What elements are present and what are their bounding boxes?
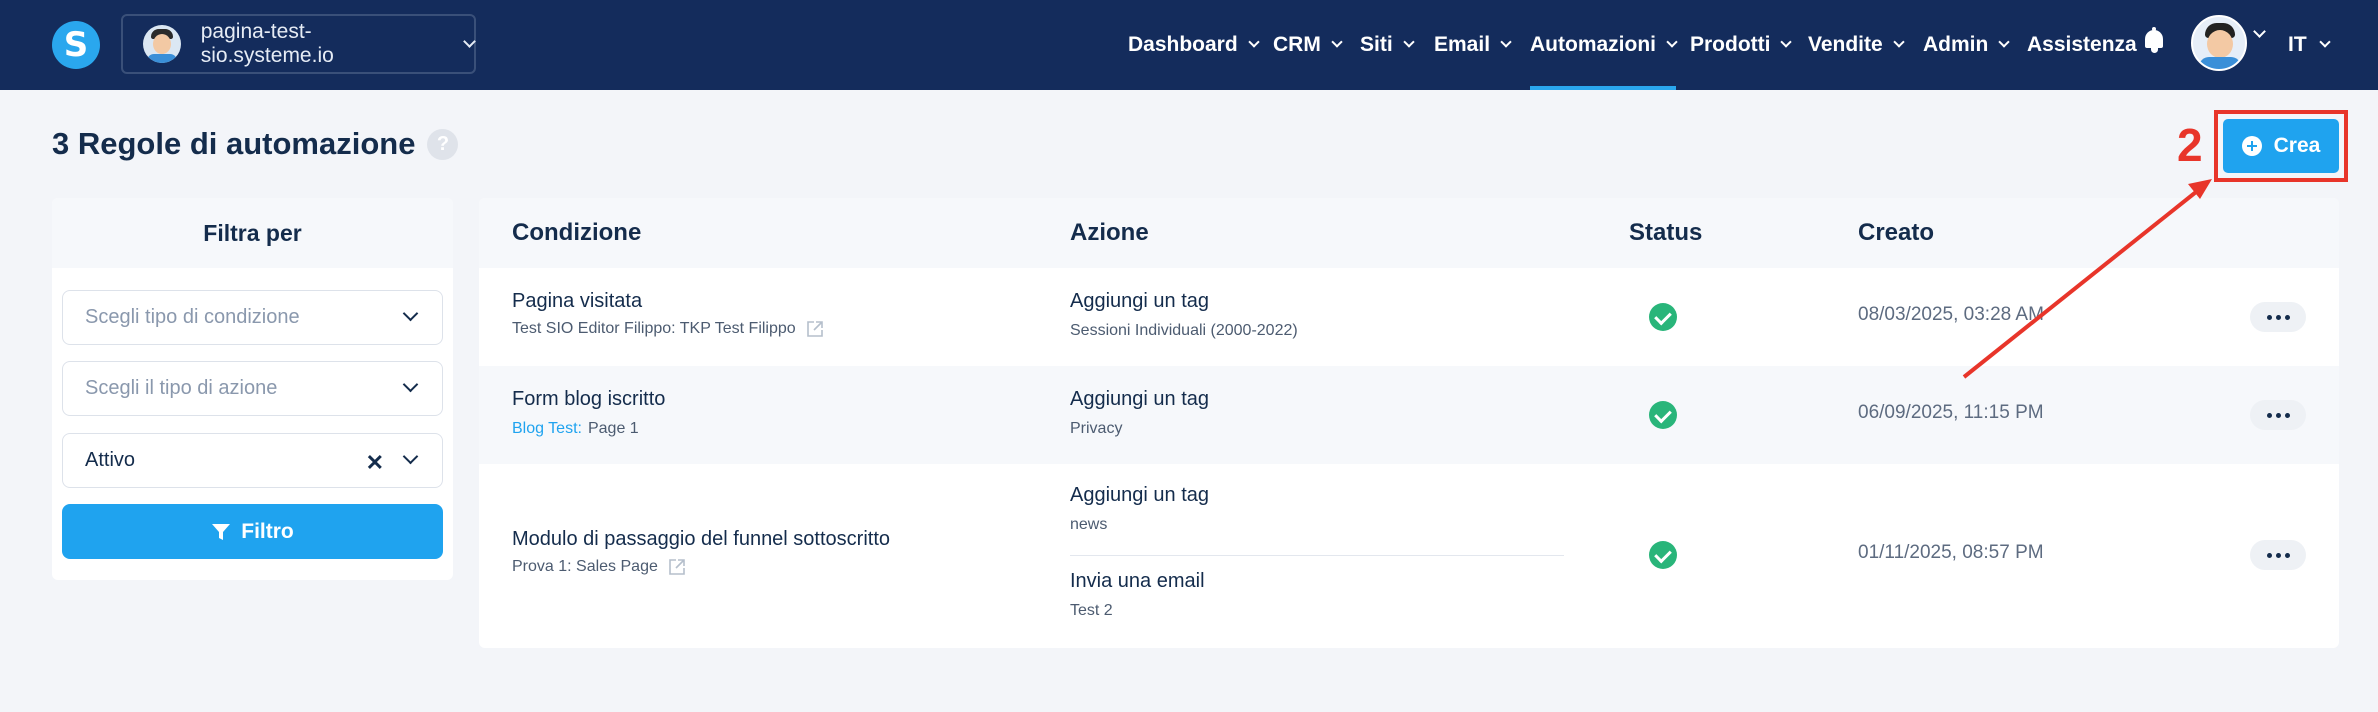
nav-admin-label: Admin <box>1923 33 1989 56</box>
status-select[interactable]: Attivo ✕ <box>62 433 443 488</box>
status-check-icon <box>1649 541 1677 569</box>
language-selector[interactable]: IT <box>2288 0 2331 90</box>
nav-dashboard[interactable]: Dashboard <box>1128 0 1260 90</box>
nav-admin[interactable]: Admin <box>1923 0 2010 90</box>
systeme-logo[interactable]: S <box>52 21 100 69</box>
status-select-value: Attivo <box>85 449 136 471</box>
more-options-button[interactable] <box>2250 400 2306 430</box>
nav-dashboard-label: Dashboard <box>1128 33 1238 56</box>
chevron-down-icon <box>1331 36 1343 48</box>
automation-rules-table: Condizione Azione Status Creato Pagina v… <box>479 198 2339 648</box>
chevron-down-icon <box>402 305 419 322</box>
condition-subtitle-text: Page 1 <box>587 420 639 437</box>
chevron-down-icon <box>1998 36 2010 48</box>
table-header: Condizione Azione Status Creato <box>479 198 2339 268</box>
site-selector[interactable]: pagina-test-sio.systeme.io <box>121 14 476 74</box>
condition-subtitle: Blog Test: Page 1 <box>512 420 639 438</box>
page-title: 3 Regole di automazione ? <box>52 126 459 162</box>
chevron-down-icon <box>402 376 419 393</box>
nav-automazioni[interactable]: Automazioni <box>1530 0 1678 90</box>
table-row[interactable]: Form blog iscritto Blog Test: Page 1 Agg… <box>479 366 2339 464</box>
external-link-icon[interactable] <box>668 558 686 576</box>
action-title: Aggiungi un tag <box>1070 290 1210 312</box>
nav-automazioni-label: Automazioni <box>1530 33 1656 56</box>
chevron-down-icon <box>463 34 476 48</box>
action-type-placeholder: Scegli il tipo di azione <box>85 377 278 399</box>
chevron-down-icon <box>1403 36 1415 48</box>
site-selector-label: pagina-test-sio.systeme.io <box>200 20 334 67</box>
filter-panel: Filtra per Scegli tipo di condizione Sce… <box>52 198 453 580</box>
created-date: 06/09/2025, 11:15 PM <box>1858 402 2044 423</box>
help-icon[interactable]: ? <box>427 128 459 160</box>
nav-siti-label: Siti <box>1360 33 1393 56</box>
table-row[interactable]: Pagina visitata Test SIO Editor Filippo:… <box>479 268 2339 366</box>
condition-title: Form blog iscritto <box>512 388 666 410</box>
nav-crm[interactable]: CRM <box>1273 0 1343 90</box>
condition-type-select[interactable]: Scegli tipo di condizione <box>62 290 443 345</box>
action-title: Aggiungi un tag <box>1070 388 1210 410</box>
condition-subtitle-text: Test SIO Editor Filippo: TKP Test Filipp… <box>512 320 796 337</box>
nav-vendite[interactable]: Vendite <box>1808 0 1905 90</box>
chevron-down-icon <box>402 448 419 465</box>
plus-circle-icon <box>2241 136 2262 156</box>
action-subtitle: Sessioni Individuali (2000-2022) <box>1070 322 1298 339</box>
chevron-down-icon <box>2319 36 2331 48</box>
create-button[interactable]: Crea <box>2223 119 2339 173</box>
nav-prodotti[interactable]: Prodotti <box>1690 0 1793 90</box>
header-status: Status <box>1629 219 1703 246</box>
chevron-down-icon <box>1893 36 1905 48</box>
chevron-down-icon <box>1500 36 1512 48</box>
chevron-down-icon <box>1780 36 1793 48</box>
create-button-label: Crea <box>2273 134 2321 157</box>
chevron-down-icon <box>1666 36 1678 48</box>
page-title-text: 3 Regole di automazione <box>52 126 416 161</box>
header-action: Azione <box>1070 219 1149 246</box>
condition-title: Pagina visitata <box>512 290 643 312</box>
nav-email-label: Email <box>1434 33 1491 56</box>
header-condition: Condizione <box>512 219 642 246</box>
nav-crm-label: CRM <box>1273 33 1321 56</box>
action-divider <box>1070 555 1564 556</box>
filter-button-label: Filtro <box>241 519 294 543</box>
filter-button[interactable]: Filtro <box>62 504 443 559</box>
external-link-icon[interactable] <box>806 320 824 338</box>
nav-siti[interactable]: Siti <box>1360 0 1415 90</box>
condition-title: Modulo di passaggio del funnel sottoscri… <box>512 528 891 550</box>
nav-assistenza[interactable]: Assistenza <box>2027 0 2137 90</box>
condition-type-placeholder: Scegli tipo di condizione <box>85 306 300 328</box>
language-label: IT <box>2288 33 2307 56</box>
created-date: 01/11/2025, 08:57 PM <box>1858 542 2044 563</box>
created-date: 08/03/2025, 03:28 AM <box>1858 304 2044 325</box>
header-created: Creato <box>1858 219 1935 246</box>
table-row[interactable]: Modulo di passaggio del funnel sottoscri… <box>479 464 2339 648</box>
user-avatar[interactable] <box>2191 15 2247 71</box>
site-avatar-icon <box>143 25 181 63</box>
action-subtitle: Privacy <box>1070 420 1123 437</box>
clear-icon[interactable]: ✕ <box>366 450 384 476</box>
condition-link[interactable]: Blog Test: <box>512 420 582 438</box>
filter-title: Filtra per <box>52 198 453 268</box>
top-navbar: S pagina-test-sio.systeme.io Dashboard C… <box>0 0 2378 90</box>
annotation-step-number: 2 <box>2177 119 2203 171</box>
status-check-icon <box>1649 401 1677 429</box>
action-subtitle: Test 2 <box>1070 602 1113 619</box>
status-check-icon <box>1649 303 1677 331</box>
nav-prodotti-label: Prodotti <box>1690 33 1771 56</box>
more-options-button[interactable] <box>2250 302 2306 332</box>
funnel-icon <box>212 523 231 540</box>
action-title: Invia una email <box>1070 570 1205 592</box>
action-title: Aggiungi un tag <box>1070 484 1210 506</box>
action-type-select[interactable]: Scegli il tipo di azione <box>62 361 443 416</box>
action-subtitle: news <box>1070 516 1108 533</box>
condition-subtitle-text: Prova 1: Sales Page <box>512 558 658 575</box>
condition-subtitle: Prova 1: Sales Page <box>512 558 686 576</box>
condition-subtitle: Test SIO Editor Filippo: TKP Test Filipp… <box>512 320 824 338</box>
chevron-down-icon <box>1248 36 1260 48</box>
more-options-button[interactable] <box>2250 540 2306 570</box>
bell-icon[interactable] <box>2143 27 2165 53</box>
nav-email[interactable]: Email <box>1434 0 1512 90</box>
chevron-down-icon[interactable] <box>2253 25 2266 38</box>
nav-vendite-label: Vendite <box>1808 33 1883 56</box>
